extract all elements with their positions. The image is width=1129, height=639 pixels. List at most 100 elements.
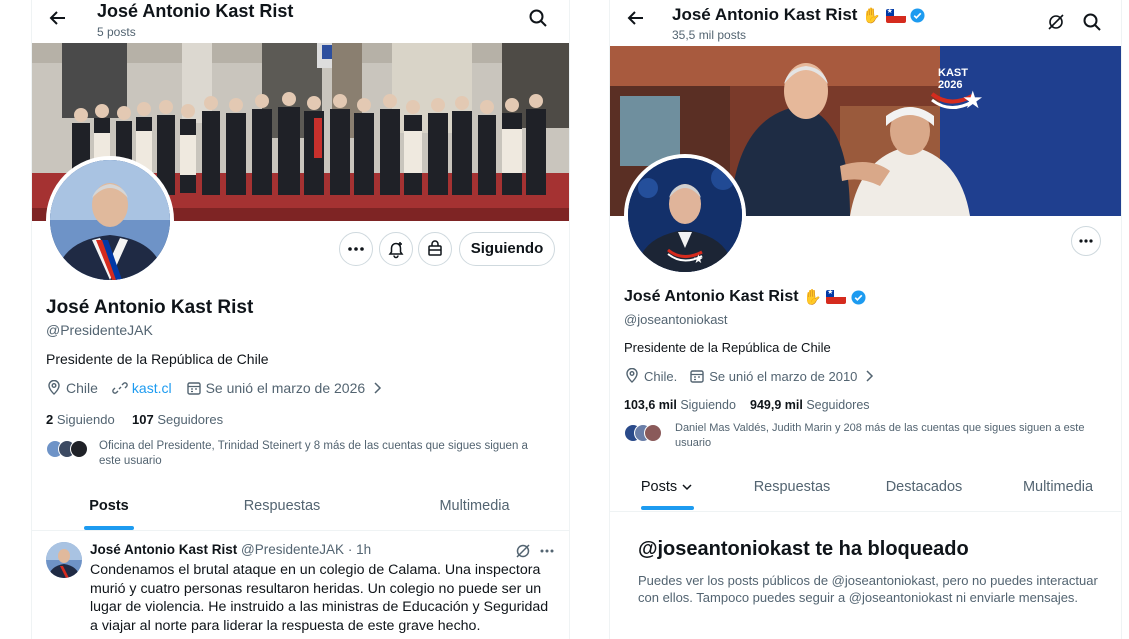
profile-joined-date: Se unió el marzo de 2026 xyxy=(205,380,366,396)
blocked-notice: @joseantoniokast te ha bloqueado Puedes … xyxy=(610,512,1121,639)
profile-location: Chile xyxy=(66,380,98,396)
profile-tabs: Posts Respuestas Destacados Multimedia xyxy=(610,462,1121,512)
tab-respuestas[interactable]: Respuestas xyxy=(740,462,844,512)
banner-logo-year: 2026 xyxy=(938,79,962,91)
profile-website-link[interactable]: kast.cl xyxy=(132,380,172,396)
header-name: José Antonio Kast Rist xyxy=(97,1,294,21)
verified-badge-icon[interactable] xyxy=(910,8,925,23)
followers-count: 949,9 mil xyxy=(750,398,803,412)
more-options-button[interactable] xyxy=(339,232,373,266)
profile-bio: Presidente de la República de Chile xyxy=(624,340,831,355)
followed-by-avatars[interactable] xyxy=(46,440,96,460)
shop-bag-icon xyxy=(428,240,442,256)
calendar-icon xyxy=(689,368,705,384)
bell-plus-icon xyxy=(388,242,404,259)
following-count-link[interactable]: 2 Siguiendo xyxy=(46,412,115,427)
active-tab-indicator xyxy=(84,526,134,530)
mini-avatar xyxy=(644,424,662,442)
calendar-icon xyxy=(186,380,202,396)
following-label: Siguiendo xyxy=(680,398,736,412)
banner-logo-text: KAST xyxy=(938,67,968,79)
tab-multimedia[interactable]: Multimedia xyxy=(412,481,537,531)
search-icon[interactable] xyxy=(528,8,552,32)
location-pin-icon xyxy=(46,379,62,396)
post-item[interactable]: José Antonio Kast Rist @PresidenteJAK · … xyxy=(32,532,569,639)
post-more-icon[interactable] xyxy=(538,542,556,560)
more-dots-icon xyxy=(348,247,364,251)
left-profile-panel: José Antonio Kast Rist 5 posts Siguiendo… xyxy=(31,0,570,639)
left-top-bar: José Antonio Kast Rist 5 posts xyxy=(32,0,569,43)
post-separator: · xyxy=(347,542,353,557)
followers-label: Seguidores xyxy=(806,398,870,412)
profile-handle: @PresidenteJAK xyxy=(46,322,153,338)
tab-multimedia[interactable]: Multimedia xyxy=(1008,462,1108,512)
profile-avatar[interactable] xyxy=(46,156,174,284)
grok-icon[interactable] xyxy=(1046,12,1070,36)
grok-icon[interactable] xyxy=(514,542,532,560)
more-options-button[interactable] xyxy=(1071,226,1101,256)
profile-meta-row: Chile. Se unió el marzo de 2010 xyxy=(624,367,877,384)
profile-handle: @joseantoniokast xyxy=(624,312,728,327)
header-posts-count: 5 posts xyxy=(97,25,136,39)
header-posts-count: 35,5 mil posts xyxy=(672,28,747,42)
blocked-message: Puedes ver los posts públicos de @josean… xyxy=(638,573,1098,605)
profile-tabs: Posts Respuestas Multimedia xyxy=(32,481,569,531)
chile-flag-icon: ★ xyxy=(826,290,847,304)
avatar-photo xyxy=(50,160,170,280)
chile-flag-icon: ★ xyxy=(885,8,906,23)
tab-destacados[interactable]: Destacados xyxy=(876,462,972,512)
chevron-down-icon xyxy=(682,484,692,491)
back-arrow-icon[interactable] xyxy=(44,8,72,30)
back-arrow-icon[interactable] xyxy=(622,8,650,30)
profile-avatar[interactable]: ★ xyxy=(624,154,746,276)
blocked-title: @joseantoniokast te ha bloqueado xyxy=(638,538,969,560)
chevron-right-icon[interactable] xyxy=(861,368,877,384)
right-profile-panel: José Antonio Kast Rist ✋ ★ 35,5 mil post… xyxy=(609,0,1122,639)
header-name: José Antonio Kast Rist xyxy=(672,5,858,24)
link-icon xyxy=(112,380,128,396)
tab-respuestas[interactable]: Respuestas xyxy=(222,481,342,531)
profile-meta-row: Chile kast.cl Se unió el marzo de 2026 xyxy=(46,379,385,396)
following-count-link[interactable]: 103,6 mil Siguiendo xyxy=(624,398,736,412)
header-name-row: José Antonio Kast Rist ✋ ★ xyxy=(672,5,925,25)
following-count: 103,6 mil xyxy=(624,398,677,412)
post-handle[interactable]: @PresidenteJAK xyxy=(241,542,344,557)
post-time[interactable]: 1h xyxy=(356,542,371,557)
profile-name: José Antonio Kast Rist xyxy=(624,288,799,306)
profile-name: José Antonio Kast Rist xyxy=(46,297,254,318)
right-top-bar: José Antonio Kast Rist ✋ ★ 35,5 mil post… xyxy=(610,0,1121,43)
profile-bio: Presidente de la República de Chile xyxy=(46,351,269,367)
waving-hand-emoji: ✋ xyxy=(862,7,881,25)
profile-location: Chile. xyxy=(644,368,678,384)
profile-joined-date: Se unió el marzo de 2010 xyxy=(709,368,858,384)
followed-by-note[interactable]: Oficina del Presidente, Trinidad Steiner… xyxy=(99,439,549,469)
following-label: Siguiendo xyxy=(56,412,115,427)
tab-posts[interactable]: Posts xyxy=(70,481,148,531)
location-pin-icon xyxy=(624,367,640,384)
tab-posts[interactable]: Posts xyxy=(632,462,702,512)
avatar-photo: ★ xyxy=(628,158,742,272)
followed-by-avatars[interactable] xyxy=(624,424,674,444)
svg-text:★: ★ xyxy=(962,86,984,114)
followed-by-note[interactable]: Daniel Mas Valdés, Judith Marin y 208 má… xyxy=(675,421,1105,451)
verified-badge-icon[interactable] xyxy=(851,289,866,305)
chevron-right-icon[interactable] xyxy=(369,380,385,396)
shop-button[interactable] xyxy=(418,232,452,266)
svg-text:★: ★ xyxy=(693,252,704,266)
post-author[interactable]: José Antonio Kast Rist xyxy=(90,542,237,557)
post-avatar[interactable] xyxy=(46,542,82,578)
post-text: Condenamos el brutal ataque en un colegi… xyxy=(90,562,549,634)
profile-name-row: José Antonio Kast Rist ✋ ★ xyxy=(624,288,866,306)
followers-count: 107 xyxy=(132,412,154,427)
followers-count-link[interactable]: 949,9 mil Seguidores xyxy=(750,398,870,412)
waving-hand-emoji: ✋ xyxy=(803,289,822,306)
following-button[interactable]: Siguiendo xyxy=(459,232,555,266)
mini-avatar xyxy=(70,440,88,458)
more-dots-icon xyxy=(1079,239,1093,243)
search-icon[interactable] xyxy=(1082,12,1106,36)
notifications-button[interactable] xyxy=(379,232,413,266)
following-count: 2 xyxy=(46,412,54,427)
active-tab-indicator xyxy=(641,506,694,510)
tab-posts-label: Posts xyxy=(640,479,678,495)
followers-count-link[interactable]: 107 Seguidores xyxy=(132,412,223,427)
